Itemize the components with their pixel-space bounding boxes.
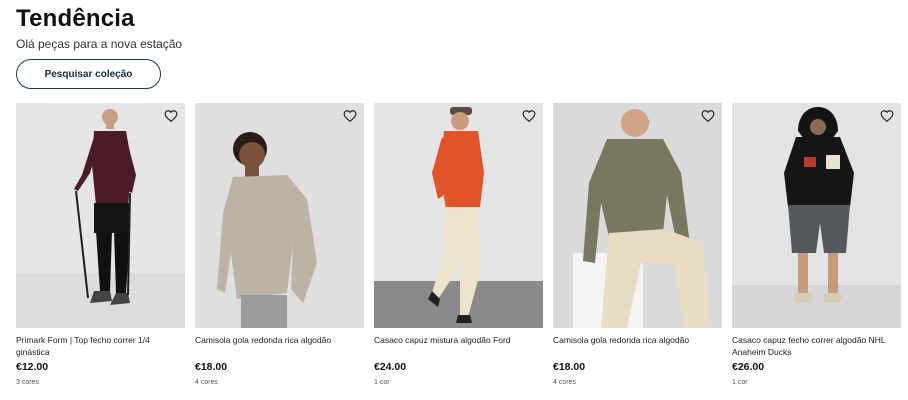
heart-icon[interactable] <box>343 109 357 123</box>
product-image[interactable] <box>374 103 543 328</box>
page-title: Tendência <box>16 5 135 32</box>
product-image[interactable] <box>553 103 722 328</box>
heart-icon[interactable] <box>880 109 894 123</box>
product-card[interactable]: Camisola gola redonda rica algodão €18.0… <box>553 103 722 386</box>
product-name[interactable]: Casaco capuz mistura algodão Ford <box>374 334 543 358</box>
product-price: €12.00 <box>16 361 49 373</box>
product-image[interactable] <box>195 103 364 328</box>
product-image[interactable] <box>732 103 901 328</box>
product-colors: 3 cores <box>16 379 39 386</box>
product-photo-gym-top <box>16 103 185 328</box>
product-name[interactable]: Camisola gola redonda rica algodão <box>553 334 722 358</box>
product-card[interactable]: Primark Form | Top fecho correr 1/4 giná… <box>16 103 185 386</box>
product-card[interactable]: Casaco capuz mistura algodão Ford €24.00… <box>374 103 543 386</box>
product-price: €26.00 <box>732 361 765 373</box>
product-price: €18.00 <box>195 361 228 373</box>
heart-icon[interactable] <box>701 109 715 123</box>
product-grid: Primark Form | Top fecho correr 1/4 giná… <box>16 103 902 386</box>
product-photo-sweater <box>195 103 364 328</box>
product-photo-orange-hoodie <box>374 103 543 328</box>
heart-icon[interactable] <box>164 109 178 123</box>
page-subtitle: Olá peças para a nova estação <box>16 37 183 51</box>
product-card[interactable]: Camisola gola redonda rica algodão €18.0… <box>195 103 364 386</box>
product-price: €18.00 <box>553 361 586 373</box>
product-colors: 1 cor <box>732 379 748 386</box>
product-colors: 4 cores <box>553 379 576 386</box>
product-price: €24.00 <box>374 361 407 373</box>
search-collection-button[interactable]: Pesquisar coleção <box>16 59 161 89</box>
product-name[interactable]: Primark Form | Top fecho correr 1/4 giná… <box>16 334 185 358</box>
product-card[interactable]: Casaco capuz fecho correr algodão NHL An… <box>732 103 901 386</box>
product-photo-black-hoodie <box>732 103 901 328</box>
product-photo-green-sweater <box>553 103 722 328</box>
product-colors: 4 cores <box>195 379 218 386</box>
heart-icon[interactable] <box>522 109 536 123</box>
product-colors: 1 cor <box>374 379 390 386</box>
product-name[interactable]: Camisola gola redonda rica algodão <box>195 334 364 358</box>
product-name[interactable]: Casaco capuz fecho correr algodão NHL An… <box>732 334 901 358</box>
product-image[interactable] <box>16 103 185 328</box>
